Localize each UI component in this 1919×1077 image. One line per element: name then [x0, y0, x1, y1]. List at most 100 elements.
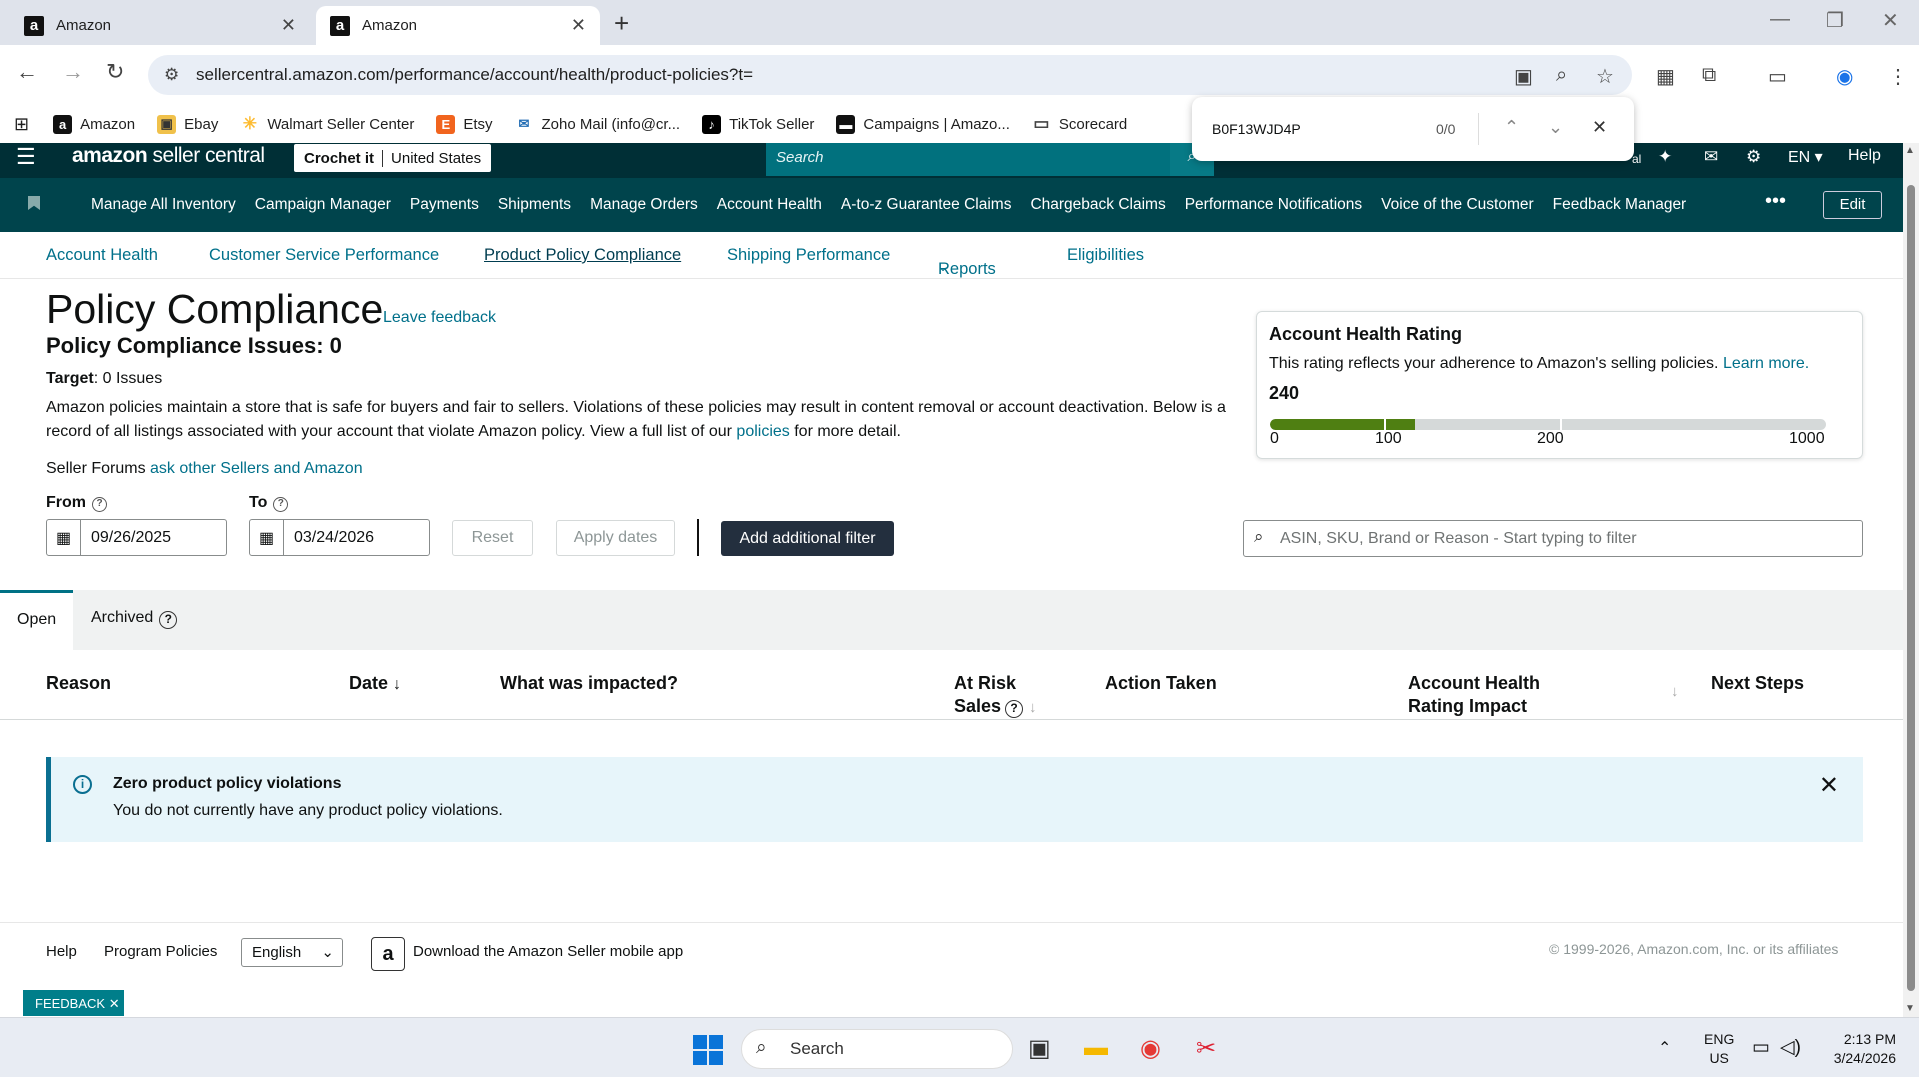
bookmark-etsy[interactable]: E Etsy [436, 114, 493, 134]
help-icon[interactable]: ? [1005, 700, 1024, 718]
help-link[interactable]: Help [1848, 147, 1881, 165]
nav-item[interactable]: Shipments [498, 196, 571, 214]
nav-item[interactable]: Performance Notifications [1185, 196, 1362, 214]
input-language[interactable]: ENG US [1704, 1030, 1734, 1068]
nav-item[interactable]: Manage Orders [590, 196, 698, 214]
back-icon[interactable]: ← [16, 59, 38, 85]
taskbar-search[interactable]: ⌕ Search [741, 1029, 1013, 1069]
find-next-icon[interactable]: ⌄ [1548, 117, 1563, 138]
to-date-field[interactable]: ▦ 03/24/2026 [249, 519, 430, 556]
forward-icon[interactable]: → [62, 59, 84, 85]
file-explorer-icon[interactable]: ▬ [1084, 1034, 1108, 1062]
scroll-up-icon[interactable]: ▲ [1905, 145, 1915, 156]
apply-dates-button[interactable]: Apply dates [556, 520, 675, 556]
store-switcher[interactable]: Crochet it United States [294, 144, 492, 172]
filter-search-input[interactable]: ⌕ ASIN, SKU, Brand or Reason - Start typ… [1243, 520, 1863, 557]
extensions-icon[interactable]: ⧉ [1702, 64, 1716, 87]
bookmark-scorecard[interactable]: ▭ Scorecard [1032, 114, 1127, 134]
clock[interactable]: 2:13 PM 3/24/2026 [1826, 1030, 1896, 1068]
profile-icon[interactable]: ◉ [1836, 64, 1853, 89]
bookmark-campaigns[interactable]: ▬ Campaigns | Amazo... [836, 114, 1010, 134]
nav-item[interactable]: Voice of the Customer [1381, 196, 1534, 214]
close-tab-icon[interactable]: ✕ [571, 15, 586, 36]
browser-tab-1[interactable]: a Amazon ✕ [10, 6, 310, 45]
hamburger-menu-icon[interactable]: ☰ [16, 144, 36, 170]
subnav-customer-service[interactable]: Customer Service Performance [209, 246, 439, 265]
nav-item[interactable]: Feedback Manager [1553, 196, 1687, 214]
find-close-icon[interactable]: ✕ [1592, 117, 1607, 138]
calendar-icon[interactable]: ▦ [250, 520, 284, 555]
edit-nav-button[interactable]: Edit [1823, 191, 1882, 219]
policies-link[interactable]: policies [736, 423, 789, 440]
bookmark-tiktok[interactable]: ♪ TikTok Seller [702, 114, 814, 134]
tray-chevron-icon[interactable]: ⌃ [1658, 1038, 1671, 1058]
new-tab-icon[interactable]: + [614, 8, 629, 39]
chrome-icon[interactable]: ◉ [1140, 1034, 1161, 1063]
address-bar[interactable]: ⚙ sellercentral.amazon.com/performance/a… [148, 55, 1632, 95]
close-window-icon[interactable]: ✕ [1882, 8, 1899, 33]
reset-button[interactable]: Reset [452, 520, 533, 556]
bookmark-ebay[interactable]: ▣ Ebay [157, 114, 218, 134]
restore-icon[interactable]: ❐ [1826, 8, 1844, 33]
language-selector[interactable]: EN ▾ [1788, 147, 1823, 167]
learn-more-link[interactable]: Learn more. [1723, 355, 1809, 372]
close-feedback-icon[interactable]: ✕ [109, 996, 120, 1011]
find-input[interactable]: B0F13WJD4P [1212, 121, 1301, 137]
subnav-account-health[interactable]: Account Health [46, 246, 158, 265]
sort-icon[interactable]: ↓ [1671, 680, 1679, 703]
feedback-button[interactable]: FEEDBACK ✕ [23, 990, 124, 1016]
tab-open[interactable]: Open [0, 590, 73, 650]
help-icon[interactable]: ? [159, 611, 178, 629]
mail-icon[interactable]: ✉ [1704, 147, 1718, 167]
qr-code-icon[interactable]: ▦ [1656, 64, 1675, 89]
find-in-page-icon[interactable]: ▣ [1514, 64, 1533, 89]
subnav-shipping[interactable]: Shipping Performance [727, 246, 890, 265]
subnav-product-policy[interactable]: Product Policy Compliance [484, 246, 681, 265]
subnav-eligibilities[interactable]: Eligibilities [1067, 246, 1144, 265]
seller-central-logo[interactable]: amazon seller central [72, 144, 265, 168]
bookmark-zoho[interactable]: ✉ Zoho Mail (info@cr... [515, 115, 681, 134]
more-dots-icon[interactable]: ••• [1765, 190, 1786, 213]
add-filter-button[interactable]: Add additional filter [721, 521, 894, 556]
nav-item[interactable]: Campaign Manager [255, 196, 391, 214]
network-icon[interactable]: ▭ [1752, 1036, 1770, 1059]
page-scrollbar[interactable]: ▲ ▼ [1903, 143, 1919, 1017]
sparkle-icon[interactable]: ✦ [1658, 147, 1672, 167]
nav-item[interactable]: Manage All Inventory [91, 196, 236, 214]
bookmark-star-icon[interactable]: ☆ [1596, 64, 1614, 89]
help-icon[interactable]: ? [92, 497, 107, 512]
minimize-icon[interactable]: — [1770, 8, 1790, 31]
sort-icon[interactable]: ↓ [1029, 699, 1037, 716]
zoom-icon[interactable]: ⌕ [1556, 64, 1567, 87]
seller-forums-link[interactable]: ask other Sellers and Amazon [150, 460, 363, 477]
task-view-icon[interactable]: ▣ [1028, 1034, 1051, 1063]
nav-item[interactable]: A-to-z Guarantee Claims [841, 196, 1012, 214]
calendar-icon[interactable]: ▦ [47, 520, 81, 555]
settings-gear-icon[interactable]: ⚙ [1746, 147, 1761, 167]
apps-icon[interactable]: ⊞ [14, 114, 29, 135]
leave-feedback-link[interactable]: Leave feedback [383, 309, 496, 327]
header-search-input[interactable]: Search [766, 143, 1170, 176]
cast-icon[interactable]: ▭ [1768, 64, 1787, 89]
bookmark-walmart[interactable]: ✳ Walmart Seller Center [240, 114, 415, 134]
menu-dots-icon[interactable]: ⋮ [1888, 64, 1908, 89]
download-app-link[interactable]: Download the Amazon Seller mobile app [413, 943, 683, 960]
reload-icon[interactable]: ↻ [106, 59, 124, 85]
windows-start-icon[interactable] [693, 1035, 723, 1065]
snipping-tool-icon[interactable]: ✂ [1196, 1034, 1216, 1063]
from-date-field[interactable]: ▦ 09/26/2025 [46, 519, 227, 556]
browser-tab-2[interactable]: a Amazon ✕ [316, 6, 600, 45]
footer-help-link[interactable]: Help [46, 943, 77, 960]
tab-archived[interactable]: Archived? [91, 609, 178, 629]
nav-item[interactable]: Account Health [717, 196, 822, 214]
nav-item[interactable]: Payments [410, 196, 479, 214]
close-alert-icon[interactable]: ✕ [1819, 771, 1839, 800]
bookmark-icon[interactable] [28, 196, 40, 210]
scroll-down-icon[interactable]: ▼ [1905, 1003, 1915, 1014]
language-select[interactable]: English ⌄ [241, 938, 343, 967]
close-tab-icon[interactable]: ✕ [281, 15, 296, 36]
site-info-icon[interactable]: ⚙ [164, 65, 179, 85]
column-date[interactable]: Date ↓ [349, 672, 401, 696]
help-icon[interactable]: ? [273, 497, 289, 512]
program-policies-link[interactable]: Program Policies [104, 943, 217, 960]
